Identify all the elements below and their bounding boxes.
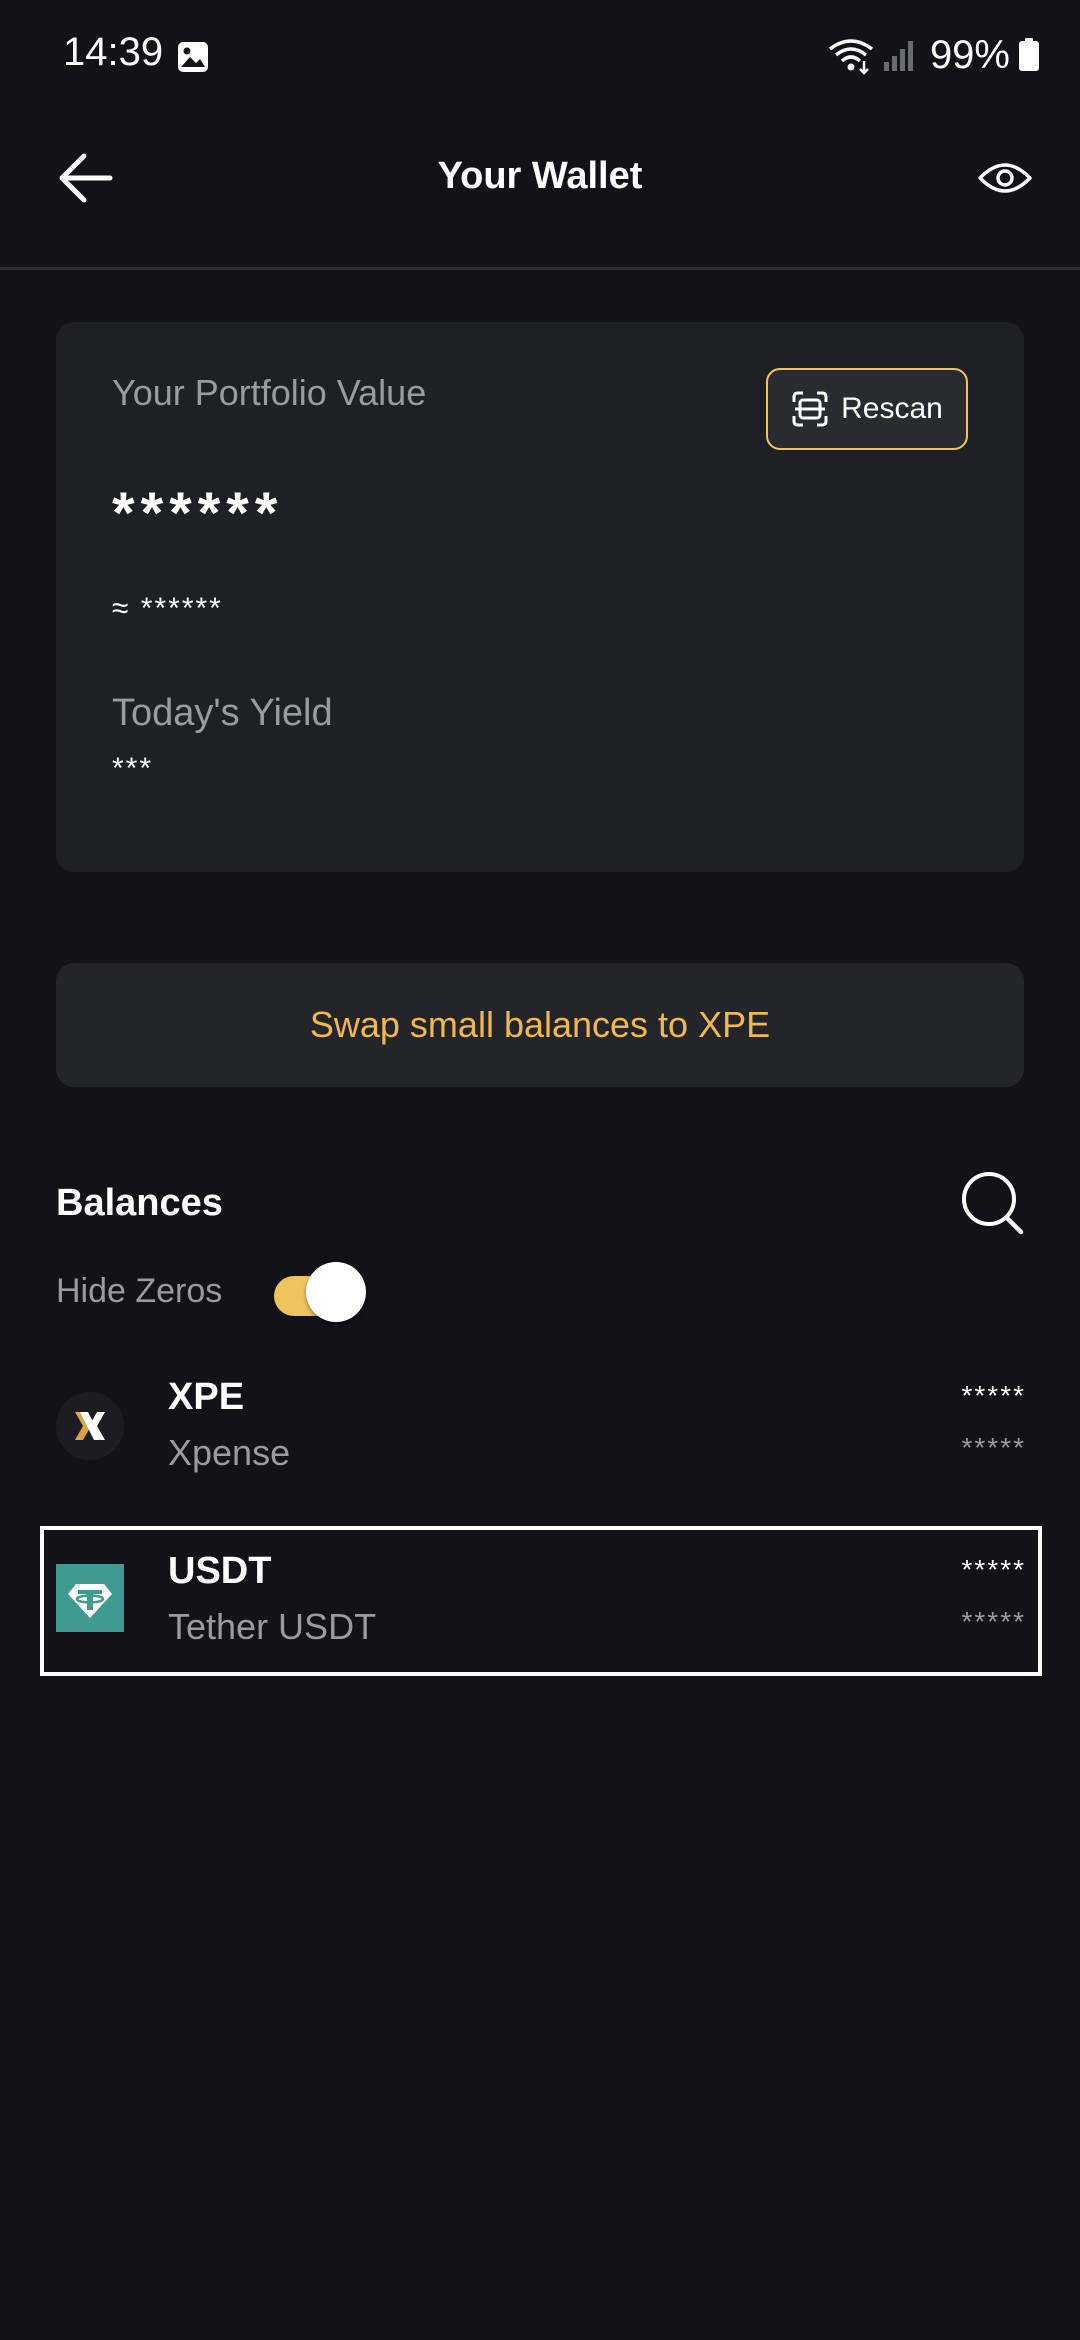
- swap-small-balances-label: Swap small balances to XPE: [309, 1004, 771, 1045]
- token-row-xpe[interactable]: XPE Xpense ***** *****: [40, 1352, 1042, 1502]
- balances-heading: Balances: [56, 1182, 223, 1224]
- balances-search-button[interactable]: [958, 1168, 1028, 1238]
- token-name: Tether USDT: [168, 1606, 377, 1647]
- battery-icon: [1019, 38, 1039, 71]
- status-indicators: 99%: [826, 30, 1040, 80]
- token-fiat-value: *****: [961, 1432, 1026, 1463]
- rescan-button[interactable]: Rescan: [766, 368, 968, 450]
- hide-zeros-label: Hide Zeros: [56, 1272, 223, 1310]
- scan-icon: [792, 391, 828, 427]
- toggle-knob: [306, 1262, 366, 1322]
- token-name: Xpense: [168, 1432, 291, 1473]
- token-fiat-value: *****: [961, 1606, 1026, 1637]
- token-row-usdt[interactable]: USDT Tether USDT ***** *****: [40, 1526, 1042, 1676]
- todays-yield-label: Today's Yield: [112, 692, 333, 734]
- xpe-logo-icon: [56, 1392, 124, 1460]
- rescan-label: Rescan: [841, 392, 943, 425]
- swap-small-balances-button[interactable]: Swap small balances to XPE: [56, 963, 1024, 1087]
- app-header: Your Wallet: [0, 115, 1080, 270]
- page-title: Your Wallet: [437, 155, 643, 197]
- portfolio-value: ******: [112, 481, 284, 546]
- search-icon: [962, 1172, 1024, 1235]
- tether-logo-icon: [56, 1564, 124, 1632]
- toggle-visibility-button[interactable]: [972, 145, 1038, 211]
- todays-yield-value: ***: [112, 752, 154, 785]
- portfolio-value-label: Your Portfolio Value: [112, 372, 427, 413]
- wifi-icon: [828, 39, 873, 75]
- hide-zeros-toggle[interactable]: [272, 1262, 368, 1322]
- eye-icon: [978, 163, 1032, 193]
- status-bar: 14:39 99%: [0, 0, 1080, 115]
- token-amount: *****: [961, 1380, 1026, 1411]
- wallet-screen: 14:39 99% Your Wallet Your Portfolio Val…: [0, 0, 1080, 2340]
- token-symbol: USDT: [168, 1550, 272, 1592]
- battery-percentage: 99%: [929, 32, 1010, 77]
- portfolio-card: Your Portfolio Value Rescan ****** ≈ ***…: [56, 322, 1024, 872]
- signal-icon: [883, 41, 913, 71]
- gallery-icon: [178, 42, 208, 72]
- token-amount: *****: [961, 1554, 1026, 1585]
- status-time: 14:39: [63, 30, 164, 74]
- portfolio-approx-value: ≈ ******: [112, 592, 223, 625]
- token-symbol: XPE: [168, 1376, 245, 1418]
